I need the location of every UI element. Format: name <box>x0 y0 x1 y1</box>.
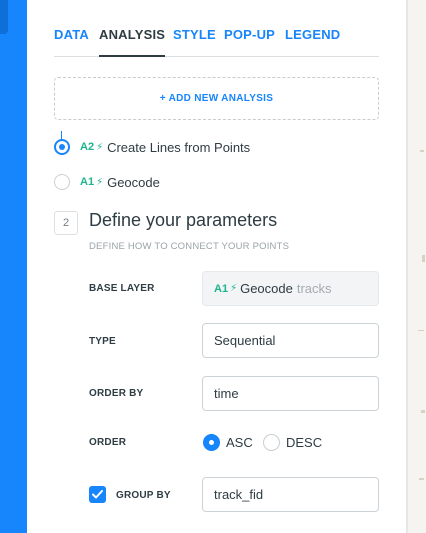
order-by-value: time <box>214 386 239 401</box>
analysis-node-selected[interactable] <box>54 139 70 155</box>
group-by-label: GROUP BY <box>116 490 171 501</box>
check-icon <box>92 490 103 499</box>
order-desc-label: DESC <box>286 434 323 450</box>
tab-legend[interactable]: LEGEND <box>285 27 340 42</box>
base-layer-source: tracks <box>296 281 332 296</box>
order-desc-radio[interactable]: DESC <box>263 432 322 452</box>
analysis-item-a1[interactable]: A1 ⚡ Geocode <box>54 172 160 192</box>
group-by-value: track_fid <box>214 487 264 502</box>
order-by-label: ORDER BY <box>89 388 144 399</box>
analysis-label: Geocode <box>107 174 160 190</box>
lightning-bolt-icon: ⚡ <box>230 283 238 294</box>
left-toolbar <box>0 0 27 533</box>
type-select[interactable]: Sequential <box>202 323 379 358</box>
order-asc-label: ASC <box>226 434 253 450</box>
analysis-label: Create Lines from Points <box>107 139 251 155</box>
tab-data[interactable]: DATA <box>54 27 89 42</box>
add-new-analysis-label: + ADD NEW ANALYSIS <box>159 93 274 104</box>
lightning-bolt-icon: ⚡ <box>96 176 104 188</box>
panel-tabs: DATA ANALYSIS STYLE POP-UP LEGEND <box>54 0 379 57</box>
order-asc-radio[interactable]: ASC <box>203 432 253 452</box>
step-title: Define your parameters <box>89 210 278 230</box>
left-toolbar-tab[interactable] <box>0 0 8 34</box>
map-preview[interactable] <box>408 0 426 533</box>
group-by-checkbox[interactable] <box>89 486 106 503</box>
type-value: Sequential <box>214 333 276 348</box>
analysis-node[interactable] <box>54 174 70 190</box>
add-new-analysis-button[interactable]: + ADD NEW ANALYSIS <box>54 77 379 120</box>
tab-analysis[interactable]: ANALYSIS <box>99 27 166 57</box>
radio-unselected-icon[interactable] <box>263 433 280 451</box>
analysis-id: A2 <box>80 141 95 153</box>
radio-selected-icon[interactable] <box>203 433 220 451</box>
step-number: 2 <box>54 211 78 235</box>
base-layer-field: A1 ⚡ Geocode tracks <box>202 271 379 306</box>
tab-popup[interactable]: POP-UP <box>224 27 275 42</box>
lightning-bolt-icon: ⚡ <box>96 141 104 153</box>
analysis-item-a2[interactable]: A2 ⚡ Create Lines from Points <box>54 137 250 157</box>
base-layer-id: A1 <box>214 282 229 295</box>
group-by-select[interactable]: track_fid <box>202 477 379 512</box>
base-layer-name: Geocode <box>240 281 293 296</box>
tab-style[interactable]: STYLE <box>173 27 216 42</box>
base-layer-label: BASE LAYER <box>89 283 155 294</box>
step-subtitle: DEFINE HOW TO CONNECT YOUR POINTS <box>89 241 290 252</box>
analysis-id: A1 <box>80 176 95 188</box>
order-label: ORDER <box>89 437 127 448</box>
order-by-select[interactable]: time <box>202 376 379 411</box>
type-label: TYPE <box>89 336 116 347</box>
